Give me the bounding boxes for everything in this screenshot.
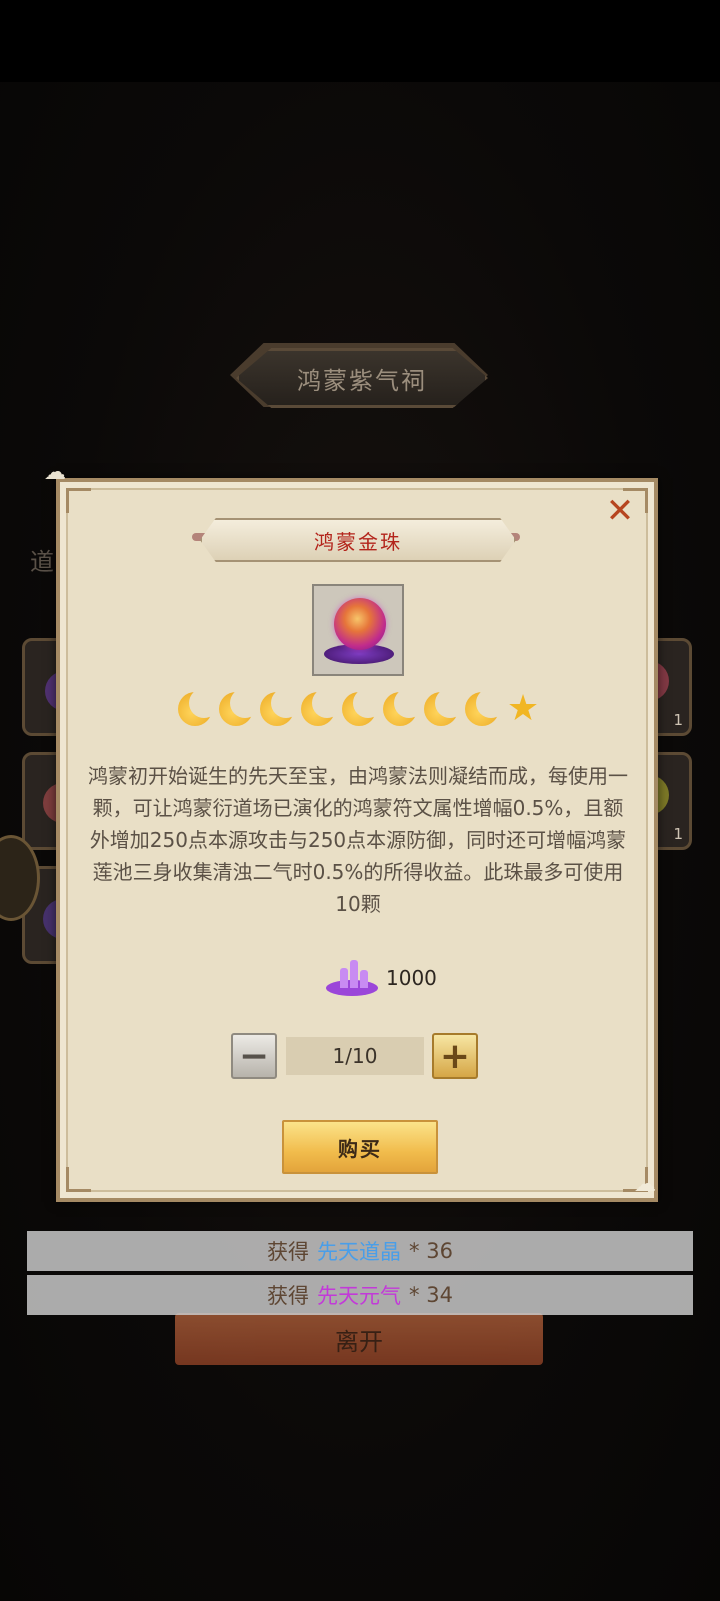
cloud-ornament-icon: ☁: [634, 1172, 656, 1197]
item-icon-frame: [312, 584, 404, 676]
corner-ornament: [66, 1167, 91, 1192]
moon-icon: [340, 688, 383, 726]
quantity-display: 1/10: [286, 1037, 424, 1075]
status-bar: [0, 0, 720, 82]
side-label: 道: [30, 548, 54, 576]
cloud-ornament-icon: ☁: [44, 460, 66, 485]
price-value: 1000: [386, 966, 437, 990]
reward-toast: 获得 先天道晶 * 36: [27, 1231, 693, 1271]
shrine-title: 鸿蒙紫气祠: [236, 348, 488, 408]
moon-icon: [422, 688, 465, 726]
item-description: 鸿蒙初开始诞生的先天至宝，由鸿蒙法则凝结而成，每使用一颗，可让鸿蒙衍道场已演化的…: [88, 764, 628, 916]
reward-toast: 获得 先天元气 * 34: [27, 1275, 693, 1315]
toast-prefix: 获得: [267, 1240, 310, 1264]
moon-icon: [217, 688, 260, 726]
price-row: 1000: [326, 958, 437, 998]
exit-button[interactable]: 离开: [175, 1313, 543, 1365]
toast-quantity: * 36: [409, 1239, 453, 1263]
item-name-banner: 鸿蒙金珠: [200, 518, 516, 562]
toast-quantity: * 34: [409, 1283, 453, 1307]
crystal-spike: [360, 970, 368, 988]
toast-prefix: 获得: [267, 1284, 310, 1308]
crystal-spike: [350, 960, 358, 988]
moon-icon: [463, 688, 506, 726]
slot-count: 1: [673, 711, 683, 729]
moon-icon: [258, 688, 301, 726]
decrease-quantity-button[interactable]: −: [231, 1033, 277, 1079]
star-icon: ★: [506, 688, 540, 729]
star-rating: ★: [176, 688, 542, 730]
slot-count: 1: [673, 825, 683, 843]
moon-icon: [381, 688, 424, 726]
purple-crystal-icon: [326, 958, 378, 998]
increase-quantity-button[interactable]: +: [432, 1033, 478, 1079]
close-icon[interactable]: ✕: [604, 494, 636, 528]
toast-item-name: 先天元气: [317, 1284, 402, 1308]
buy-button[interactable]: 购买: [282, 1120, 438, 1174]
corner-ornament: [66, 488, 91, 513]
moon-icon: [176, 688, 219, 726]
crystal-spike: [340, 968, 348, 988]
moon-icon: [299, 688, 342, 726]
golden-orb-icon: [334, 598, 386, 650]
toast-item-name: 先天道晶: [317, 1240, 402, 1264]
